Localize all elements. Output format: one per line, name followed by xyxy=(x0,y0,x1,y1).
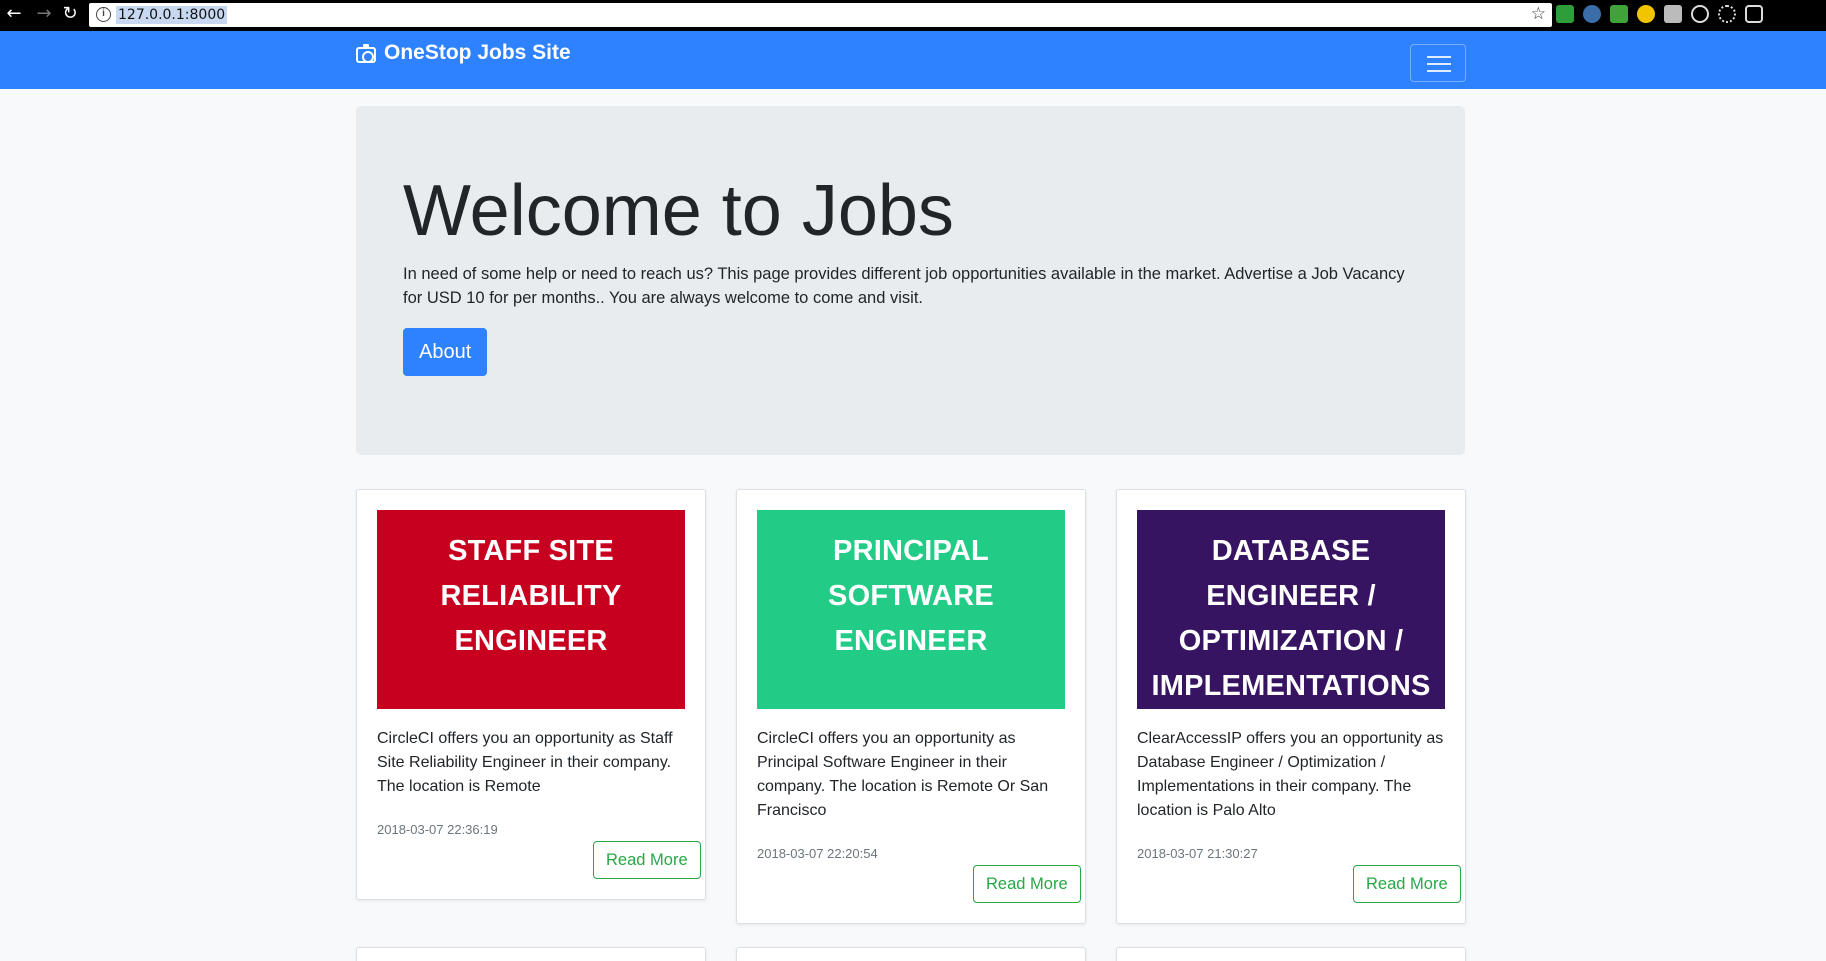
target-extension-icon[interactable] xyxy=(1691,5,1709,23)
job-title-line: STAFF SITE xyxy=(448,535,614,567)
brand-link[interactable]: OneStop Jobs Site xyxy=(356,41,571,65)
job-description: ClearAccessIP offers you an opportunity … xyxy=(1137,730,1444,819)
job-title-banner[interactable]: DATABASE ENGINEER / OPTIMIZATION / IMPLE… xyxy=(1137,510,1445,709)
job-date: 2018-03-07 22:36:19 xyxy=(377,822,498,837)
camera-icon xyxy=(356,43,376,63)
about-button[interactable]: About xyxy=(403,328,488,376)
job-title-line: DATABASE xyxy=(1211,535,1371,567)
job-title-banner[interactable]: PRINCIPAL SOFTWARE ENGINEER xyxy=(757,510,1065,709)
react-extension-icon[interactable] xyxy=(1718,5,1736,23)
address-url[interactable]: 127.0.0.1:8000 xyxy=(116,6,228,24)
browser-toolbar: ← → ↻ i 127.0.0.1:8000 ☆ xyxy=(0,0,1826,31)
address-bar[interactable]: i 127.0.0.1:8000 ☆ xyxy=(89,3,1552,27)
job-card xyxy=(356,947,706,961)
page-title: Welcome to Jobs xyxy=(403,171,954,251)
forward-arrow-icon[interactable]: → xyxy=(33,3,55,25)
job-title-line: IMPLEMENTATIONS xyxy=(1151,670,1431,702)
yellow-extension-icon[interactable] xyxy=(1637,5,1655,23)
cors-extension-icon[interactable] xyxy=(1610,5,1628,23)
bookmark-star-icon[interactable]: ☆ xyxy=(1531,4,1546,24)
job-card: STAFF SITE RELIABILITY ENGINEER CircleCI… xyxy=(356,489,706,900)
job-title-line: PRINCIPAL xyxy=(833,535,989,567)
reload-icon[interactable]: ↻ xyxy=(59,3,81,25)
jumbotron-description: In need of some help or need to reach us… xyxy=(403,265,1405,307)
job-description: CircleCI offers you an opportunity as Pr… xyxy=(757,730,1049,819)
navbar-toggler-button[interactable] xyxy=(1410,44,1466,82)
python-extension-icon[interactable] xyxy=(1583,5,1601,23)
read-more-button[interactable]: Read More xyxy=(1353,865,1461,903)
job-card xyxy=(736,947,1086,961)
job-date: 2018-03-07 21:30:27 xyxy=(1137,846,1258,861)
grid-extension-icon[interactable] xyxy=(1664,5,1682,23)
job-card: PRINCIPAL SOFTWARE ENGINEER CircleCI off… xyxy=(736,489,1086,924)
job-title-line: OPTIMIZATION / xyxy=(1178,625,1404,657)
extensions-bar xyxy=(1556,5,1763,25)
back-arrow-icon[interactable]: ← xyxy=(3,3,25,25)
jumbotron: Welcome to Jobs In need of some help or … xyxy=(356,106,1465,455)
settings-extension-icon[interactable] xyxy=(1745,5,1763,23)
job-title-banner[interactable]: STAFF SITE RELIABILITY ENGINEER xyxy=(377,510,685,709)
read-more-button[interactable]: Read More xyxy=(973,865,1081,903)
job-card xyxy=(1116,947,1466,961)
job-title-line: ENGINEER / xyxy=(1206,580,1376,612)
job-description: CircleCI offers you an opportunity as St… xyxy=(377,730,673,795)
read-more-button[interactable]: Read More xyxy=(593,841,701,879)
job-title-line: ENGINEER xyxy=(834,625,988,657)
job-title-line: SOFTWARE xyxy=(828,580,994,612)
site-navbar xyxy=(0,31,1826,89)
job-title-line: ENGINEER xyxy=(454,625,608,657)
download-extension-icon[interactable] xyxy=(1556,5,1574,23)
job-title-line: RELIABILITY xyxy=(440,580,622,612)
hamburger-icon xyxy=(1427,56,1451,58)
info-icon[interactable]: i xyxy=(96,7,111,22)
brand-title: OneStop Jobs Site xyxy=(384,41,571,64)
job-date: 2018-03-07 22:20:54 xyxy=(757,846,878,861)
job-card: DATABASE ENGINEER / OPTIMIZATION / IMPLE… xyxy=(1116,489,1466,924)
